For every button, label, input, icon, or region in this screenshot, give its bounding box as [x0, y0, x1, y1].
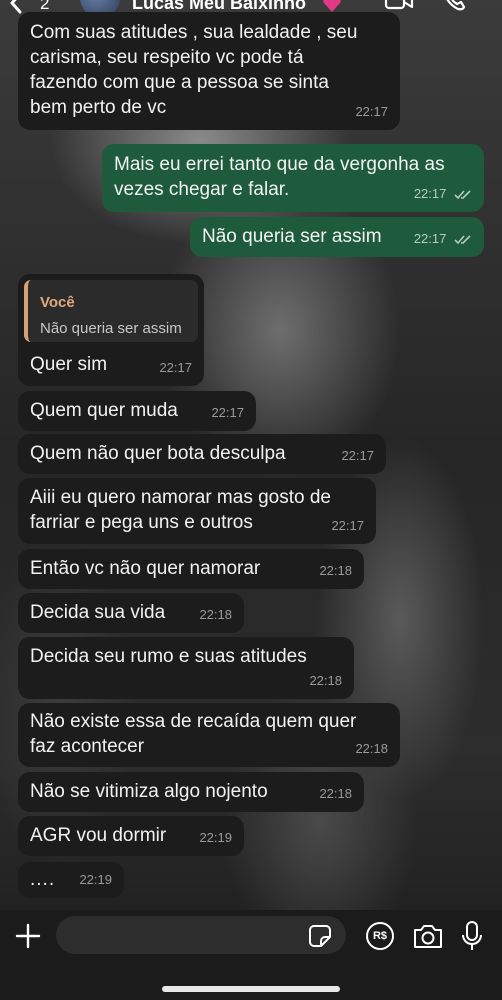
message-time: 22:17	[159, 360, 192, 375]
message-bubble-incoming[interactable]: Quem não quer bota desculpa 22:17	[18, 434, 386, 474]
message-line: farriar e pega uns e outros	[30, 512, 253, 533]
message-line: Não existe essa de recaída quem quer	[30, 711, 357, 732]
message-line: ....	[30, 869, 56, 890]
message-time-text: 22:17	[413, 186, 447, 201]
message-line: Não se vitimiza algo nojento	[30, 781, 268, 802]
quoted-author: Você	[40, 294, 75, 311]
message-line: Mais eu errei tanto que da vergonha as	[114, 154, 445, 175]
read-ticks-icon	[454, 235, 471, 245]
phone-call-icon[interactable]	[442, 0, 466, 12]
message-line: Então vc não quer namorar	[30, 558, 261, 579]
message-line: Decida seu rumo e suas atitudes	[30, 646, 307, 667]
message-line: bem perto de vc	[30, 97, 167, 118]
message-bubble-incoming[interactable]: Aiii eu quero namorar mas gosto de farri…	[18, 478, 376, 544]
money-icon-label: R$	[372, 930, 388, 942]
message-time: 22:18	[355, 741, 388, 756]
message-time: 22:19	[199, 830, 232, 845]
message-bubble-incoming[interactable]: AGR vou dormir 22:19	[18, 816, 244, 856]
mic-icon[interactable]	[460, 920, 484, 952]
message-time: 22:18	[319, 786, 352, 801]
quoted-message[interactable]: Você Não queria ser assim	[24, 280, 198, 342]
message-line: Decida sua vida	[30, 602, 166, 623]
message-time: 22:19	[79, 872, 112, 887]
message-bubble-incoming[interactable]: Decida seu rumo e suas atitudes 22:18	[18, 637, 354, 699]
message-line: Quem quer muda	[30, 400, 178, 421]
message-bubble-incoming[interactable]: Então vc não quer namorar 22:18	[18, 549, 364, 589]
message-line: faz acontecer	[30, 736, 145, 757]
quoted-text: Não queria ser assim	[40, 320, 182, 337]
message-line: AGR vou dormir	[30, 825, 167, 846]
message-bubble-incoming[interactable]: Com suas atitudes , sua lealdade , seu c…	[18, 12, 400, 130]
message-bubble-incoming[interactable]: Não existe essa de recaída quem quer faz…	[18, 703, 400, 767]
message-line: Aiii eu quero namorar mas gosto de	[30, 487, 331, 508]
video-call-icon[interactable]	[384, 0, 414, 12]
message-time: 22:18	[309, 673, 342, 688]
message-time: 22:17	[331, 518, 364, 533]
money-icon[interactable]: R$	[366, 922, 394, 950]
plus-icon[interactable]	[14, 922, 42, 950]
message-line: Quer sim	[30, 354, 108, 375]
message-line: carisma, seu respeito vc pode tá	[30, 47, 304, 68]
message-time-text: 22:17	[413, 231, 447, 246]
message-time: 22:17	[414, 181, 472, 206]
message-bubble-incoming[interactable]: Decida sua vida 22:18	[18, 593, 244, 633]
message-line: fazendo com que a pessoa se sinta	[30, 72, 329, 93]
message-bubble-outgoing[interactable]: Não queria ser assim 22:17	[190, 217, 484, 257]
message-time: 22:17	[211, 405, 244, 420]
message-bubble-incoming-reply[interactable]: Você Não queria ser assim Quer sim 22:17	[18, 274, 204, 386]
message-time: 22:17	[414, 226, 472, 251]
message-time: 22:18	[199, 607, 232, 622]
message-time: 22:18	[319, 563, 352, 578]
read-ticks-icon	[454, 190, 471, 200]
message-bubble-incoming[interactable]: .... 22:19	[18, 862, 124, 898]
message-bubble-incoming[interactable]: Não se vitimiza algo nojento 22:18	[18, 772, 364, 812]
message-bubble-incoming[interactable]: Quem quer muda 22:17	[18, 391, 256, 431]
message-bubble-outgoing[interactable]: Mais eu errei tanto que da vergonha as v…	[102, 144, 484, 212]
message-input[interactable]	[56, 916, 346, 954]
sticker-icon[interactable]	[308, 924, 332, 948]
camera-icon[interactable]	[412, 922, 444, 950]
message-line: Não queria ser assim	[202, 226, 382, 247]
message-line: Quem não quer bota desculpa	[30, 443, 286, 464]
home-indicator[interactable]	[162, 986, 340, 992]
message-line: Com suas atitudes , sua lealdade , seu	[30, 22, 358, 43]
message-time: 22:17	[355, 104, 388, 119]
message-time: 22:17	[341, 448, 374, 463]
message-line: vezes chegar e falar.	[114, 179, 290, 200]
